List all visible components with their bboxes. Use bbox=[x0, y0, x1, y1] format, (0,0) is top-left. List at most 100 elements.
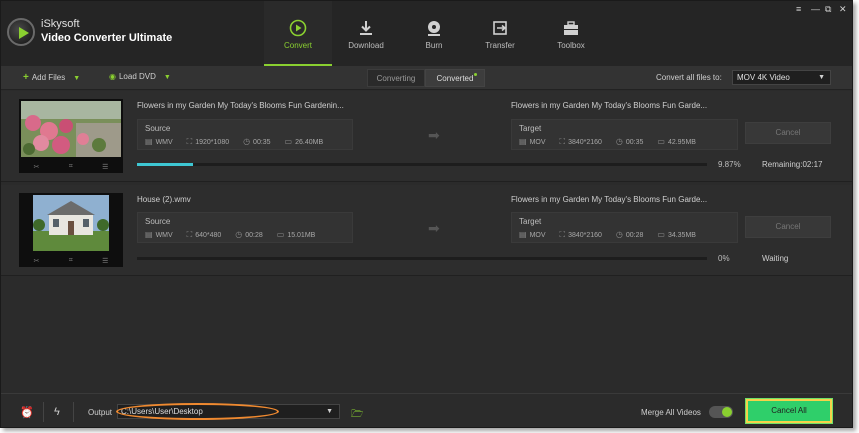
restore-icon[interactable]: ⧉ bbox=[825, 4, 831, 15]
arrow-right-icon: ➡ bbox=[428, 127, 440, 143]
load-dvd-button[interactable]: ◉ Load DVD ▼ bbox=[109, 72, 171, 81]
add-files-button[interactable]: + Add Files ▼ bbox=[23, 72, 80, 83]
edit-icon[interactable]: ✂ bbox=[34, 257, 40, 265]
target-label: Target bbox=[519, 124, 542, 133]
menu-icon[interactable]: ≡ bbox=[796, 4, 801, 14]
plus-icon: + bbox=[23, 72, 29, 83]
burn-icon bbox=[424, 19, 444, 37]
conversion-row: ✂ ⌗ ☰ House (2).wmv Source ▤ WMV ⛶ 640*480… bbox=[1, 185, 852, 276]
convert-icon bbox=[288, 19, 308, 37]
target-resolution: 3840*2160 bbox=[568, 139, 602, 146]
output-format-select[interactable]: MOV 4K Video ▼ bbox=[732, 70, 831, 85]
progress-bar bbox=[137, 163, 707, 166]
cancel-all-button[interactable]: Cancel All bbox=[746, 399, 832, 423]
folder-icon: ▭ bbox=[276, 230, 285, 239]
clock-icon: ◷ bbox=[243, 137, 251, 146]
remaining-time: Remaining:02:17 bbox=[762, 160, 823, 169]
progress-fill bbox=[137, 163, 194, 166]
target-title: Flowers in my Garden My Today's Blooms F… bbox=[511, 101, 708, 110]
nav-download-label: Download bbox=[348, 41, 384, 50]
header: iSkysoft Video Converter Ultimate Conver… bbox=[1, 1, 852, 66]
nav-transfer[interactable]: Transfer bbox=[479, 1, 521, 66]
chevron-down-icon[interactable]: ▼ bbox=[73, 75, 80, 82]
lightning-icon[interactable]: ϟ bbox=[54, 406, 60, 418]
film-icon: ▤ bbox=[519, 137, 527, 146]
merge-toggle[interactable] bbox=[709, 406, 733, 418]
nav-toolbox-label: Toolbox bbox=[557, 41, 585, 50]
video-thumbnail[interactable]: ✂ ⌗ ☰ bbox=[19, 99, 123, 173]
chevron-down-icon: ▼ bbox=[326, 408, 333, 415]
target-info-box[interactable]: Target ▤ MOV ⛶ 3840*2160 ◷ 00:28 ▭ 34.35MB bbox=[511, 212, 738, 243]
clock-icon: ◷ bbox=[235, 230, 243, 239]
chevron-down-icon: ▼ bbox=[818, 74, 825, 81]
nav-burn-label: Burn bbox=[425, 41, 443, 50]
resolution-icon: ⛶ bbox=[186, 230, 193, 239]
add-files-label: Add Files bbox=[31, 73, 66, 82]
output-path-value: C:\Users\User\Desktop bbox=[121, 407, 203, 416]
tab-converting[interactable]: Converting bbox=[367, 69, 425, 87]
dvd-icon: ◉ bbox=[109, 72, 116, 81]
source-resolution: 640*480 bbox=[195, 232, 222, 239]
target-format: MOV bbox=[529, 232, 546, 239]
crop-icon[interactable]: ⌗ bbox=[69, 163, 73, 171]
nav-transfer-label: Transfer bbox=[485, 41, 515, 50]
target-duration: 00:28 bbox=[625, 232, 644, 239]
video-thumbnail[interactable]: ✂ ⌗ ☰ bbox=[19, 193, 123, 267]
film-icon: ▤ bbox=[519, 230, 527, 239]
app-logo-icon bbox=[7, 18, 35, 46]
folder-icon: ▭ bbox=[284, 137, 293, 146]
output-format-value: MOV 4K Video bbox=[737, 73, 790, 82]
target-info-box[interactable]: Target ▤ MOV ⛶ 3840*2160 ◷ 00:35 ▭ 42.95MB bbox=[511, 119, 738, 150]
nav-toolbox[interactable]: Toolbox bbox=[551, 1, 591, 66]
alarm-clock-icon[interactable]: ⏰ bbox=[20, 406, 34, 419]
progress-percent: 0% bbox=[718, 254, 730, 263]
open-folder-icon[interactable]: 🗁 bbox=[351, 407, 363, 424]
nav-burn[interactable]: Burn bbox=[414, 1, 454, 66]
house-thumbnail-image bbox=[21, 195, 121, 251]
clock-icon: ◷ bbox=[615, 137, 623, 146]
film-icon: ▤ bbox=[145, 137, 153, 146]
resolution-icon: ⛶ bbox=[559, 137, 566, 146]
output-label: Output bbox=[88, 408, 113, 417]
arrow-right-icon: ➡ bbox=[428, 220, 440, 236]
source-label: Source bbox=[145, 217, 171, 226]
target-title: Flowers in my Garden My Today's Blooms F… bbox=[511, 195, 708, 204]
divider bbox=[43, 402, 44, 422]
folder-icon: ▭ bbox=[657, 137, 665, 146]
nav-convert[interactable]: Convert bbox=[264, 1, 332, 66]
chevron-down-icon[interactable]: ▼ bbox=[164, 74, 171, 81]
effect-icon[interactable]: ☰ bbox=[102, 257, 108, 265]
toolbox-icon bbox=[561, 19, 581, 37]
nav-convert-label: Convert bbox=[283, 41, 312, 50]
source-info-box: Source ▤ WMV ⛶ 1920*1080 ◷ 00:35 ▭ 26.40MB bbox=[137, 119, 353, 150]
target-label: Target bbox=[519, 217, 542, 226]
output-path-select[interactable]: C:\Users\User\Desktop ▼ bbox=[117, 404, 340, 419]
source-resolution: 1920*1080 bbox=[195, 139, 230, 146]
cancel-button[interactable]: Cancel bbox=[745, 122, 831, 144]
close-icon[interactable]: ✕ bbox=[839, 4, 847, 15]
product-name: Video Converter Ultimate bbox=[41, 32, 173, 44]
footer: ⏰ ϟ Output C:\Users\User\Desktop ▼ 🗁 Mer… bbox=[1, 393, 852, 427]
target-size: 42.95MB bbox=[667, 139, 696, 146]
target-resolution: 3840*2160 bbox=[568, 232, 602, 239]
crop-icon[interactable]: ⌗ bbox=[69, 257, 73, 265]
source-size: 26.40MB bbox=[295, 139, 324, 146]
tab-converted[interactable]: Converted bbox=[425, 69, 485, 87]
transfer-icon bbox=[490, 19, 510, 37]
source-format: WMV bbox=[155, 232, 173, 239]
conversion-row: ✂ ⌗ ☰ Flowers in my Garden My Today's Bl… bbox=[1, 91, 852, 182]
flowers-thumbnail-image bbox=[21, 101, 121, 157]
source-size: 15.01MB bbox=[287, 232, 316, 239]
clock-icon: ◷ bbox=[615, 230, 623, 239]
cancel-button[interactable]: Cancel bbox=[745, 216, 831, 238]
minimize-icon[interactable]: — bbox=[811, 4, 820, 14]
source-label: Source bbox=[145, 124, 171, 133]
effect-icon[interactable]: ☰ bbox=[102, 163, 108, 171]
edit-icon[interactable]: ✂ bbox=[34, 163, 40, 171]
convert-all-label: Convert all files to: bbox=[656, 73, 722, 82]
toggle-knob bbox=[722, 407, 732, 417]
film-icon: ▤ bbox=[145, 230, 153, 239]
target-format: MOV bbox=[529, 139, 546, 146]
nav-download[interactable]: Download bbox=[341, 1, 391, 66]
toolbar: + Add Files ▼ ◉ Load DVD ▼ Converting Conver… bbox=[1, 66, 852, 90]
